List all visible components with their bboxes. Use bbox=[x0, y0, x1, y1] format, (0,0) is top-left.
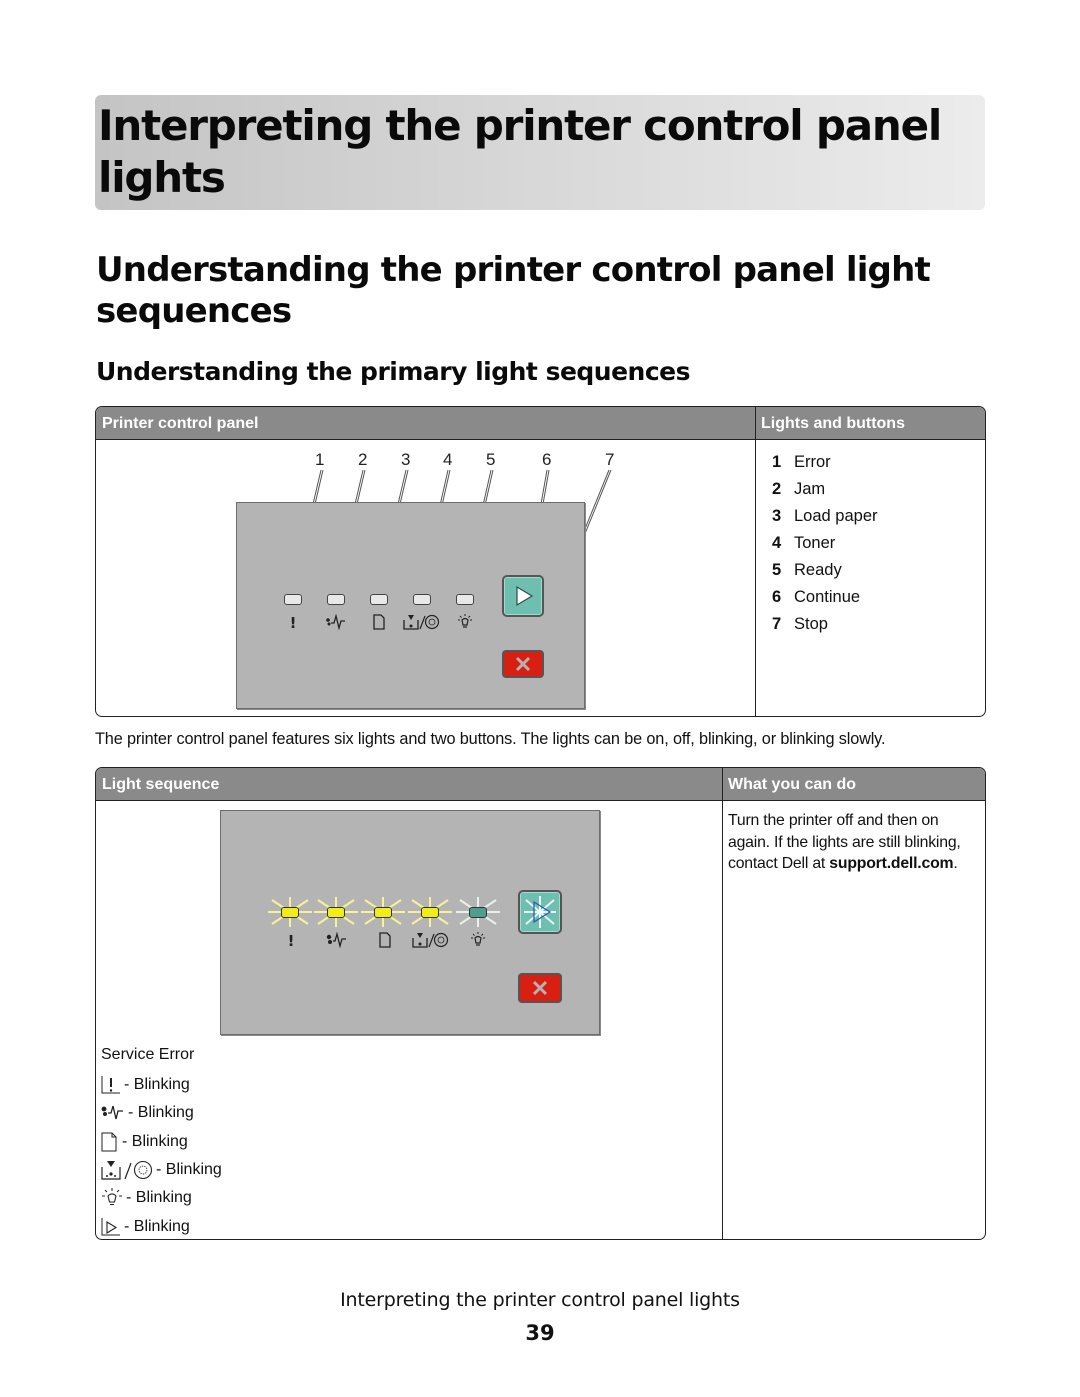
chapter-title: Interpreting the printer control panel l… bbox=[98, 101, 942, 202]
ready-light-blinking bbox=[469, 907, 487, 918]
x-icon bbox=[515, 656, 531, 672]
stop-button[interactable] bbox=[518, 973, 562, 1003]
printer-panel-blinking: ! bbox=[220, 810, 600, 1035]
continue-icon bbox=[101, 1217, 121, 1237]
printer-panel: ! bbox=[236, 502, 585, 709]
sequence-item: - Blinking bbox=[101, 1071, 222, 1099]
sequence-item: - Blinking bbox=[101, 1128, 222, 1156]
error-light bbox=[284, 594, 302, 605]
legend-item: 2 Jam bbox=[772, 480, 826, 498]
page-number: 39 bbox=[525, 1321, 555, 1345]
ready-icon bbox=[460, 932, 496, 952]
ready-light bbox=[456, 594, 474, 605]
toner-light bbox=[413, 594, 431, 605]
load-paper-light bbox=[370, 594, 388, 605]
callout-3: 3 bbox=[401, 450, 411, 469]
toner-light-blinking bbox=[421, 907, 439, 918]
jam-light-blinking bbox=[327, 907, 345, 918]
jam-icon bbox=[319, 931, 355, 952]
toner-icon bbox=[101, 1160, 153, 1180]
continue-button-blinking[interactable] bbox=[518, 890, 562, 934]
load-paper-icon bbox=[367, 932, 403, 952]
error-icon: ! bbox=[289, 614, 297, 632]
sequence-item: - Blinking bbox=[101, 1212, 222, 1239]
column-divider bbox=[755, 407, 756, 716]
header-printer-control-panel: Printer control panel bbox=[102, 415, 259, 432]
callout-1: 1 bbox=[315, 450, 325, 469]
legend-item: 6 Continue bbox=[772, 588, 861, 606]
footer-chapter-title: Interpreting the printer control panel l… bbox=[340, 1289, 740, 1311]
callout-7: 7 bbox=[605, 450, 615, 469]
toner-icon bbox=[402, 614, 440, 634]
control-panel-diagram: 1 2 3 4 5 6 7 ! bbox=[96, 440, 755, 716]
callout-2: 2 bbox=[358, 450, 368, 469]
ready-icon bbox=[101, 1188, 123, 1208]
sequence-item: - Blinking bbox=[101, 1184, 222, 1212]
callout-5: 5 bbox=[486, 450, 496, 469]
load-paper-icon bbox=[101, 1132, 119, 1152]
callout-4: 4 bbox=[443, 450, 453, 469]
header-lights-and-buttons: Lights and buttons bbox=[761, 415, 905, 432]
sequence-list: - Blinking - Blinking - Blinking - Blink… bbox=[101, 1071, 222, 1239]
support-link[interactable]: support.dell.com bbox=[829, 855, 953, 872]
what-you-can-do-text: Turn the printer off and then on again. … bbox=[728, 812, 961, 872]
jam-icon bbox=[318, 613, 354, 634]
sequence-title: Service Error bbox=[101, 1046, 195, 1063]
lights-and-buttons-legend: 1 Error 2 Jam 3 Load paper 4 Toner 5 Ready 6C… bbox=[772, 449, 878, 638]
table-header: Printer control panel Lights and buttons bbox=[96, 407, 985, 440]
subsection-title: Understanding the primary light sequence… bbox=[96, 357, 691, 386]
header-light-sequence: Light sequence bbox=[102, 776, 220, 793]
ready-icon bbox=[447, 614, 483, 634]
table-header: Light sequence What you can do bbox=[96, 768, 985, 801]
toner-icon bbox=[411, 932, 449, 952]
header-what-you-can-do: What you can do bbox=[728, 776, 856, 793]
column-divider bbox=[722, 768, 723, 1239]
jam-icon bbox=[101, 1103, 125, 1123]
error-icon bbox=[101, 1075, 121, 1095]
section-title: Understanding the printer control panel … bbox=[96, 250, 931, 331]
legend-item: 3 Load paper bbox=[772, 507, 878, 525]
stop-button[interactable] bbox=[502, 650, 544, 678]
error-icon: ! bbox=[287, 932, 295, 950]
light-sequence-table: Light sequence What you can do ! Service… bbox=[95, 767, 986, 1240]
error-light-blinking bbox=[281, 907, 299, 918]
legend-item: 7 Stop bbox=[772, 615, 828, 633]
play-blinking-icon bbox=[524, 896, 556, 928]
sequence-item: - Blinking bbox=[101, 1156, 222, 1184]
continue-button[interactable] bbox=[502, 575, 544, 617]
load-paper-light-blinking bbox=[374, 907, 392, 918]
legend-item: 5 Ready bbox=[772, 561, 842, 579]
jam-light bbox=[327, 594, 345, 605]
description-paragraph: The printer control panel features six l… bbox=[95, 730, 886, 748]
play-icon bbox=[516, 585, 534, 607]
sequence-item: - Blinking bbox=[101, 1099, 222, 1127]
legend-item: 4 Toner bbox=[772, 534, 836, 552]
callout-6: 6 bbox=[542, 450, 552, 469]
load-paper-icon bbox=[361, 614, 397, 634]
legend-item: 1 Error bbox=[772, 453, 831, 471]
control-panel-table: Printer control panel Lights and buttons… bbox=[95, 406, 986, 717]
x-icon bbox=[532, 980, 548, 996]
